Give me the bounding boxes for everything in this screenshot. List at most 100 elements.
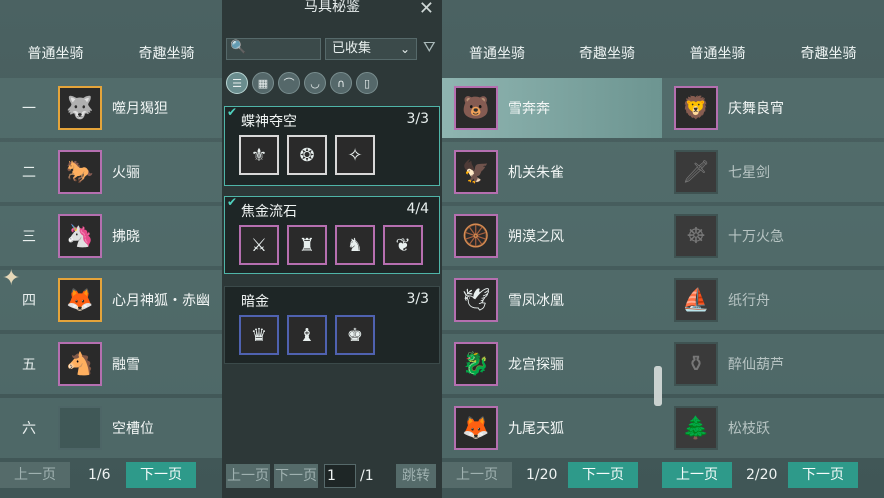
mount-row[interactable]: 🗡 七星剑 [662,142,884,202]
tab-normal-mounts[interactable]: 普通坐骑 [662,42,773,66]
pager: 上一页 1/6 下一页 [0,462,222,488]
saddle-set-card[interactable]: 暗金 3/3 ♛ ♝ ♚ [224,286,440,364]
next-page-button[interactable]: 下一页 [568,462,638,488]
paper-boat-icon: ⛵ [674,278,718,322]
mount-row[interactable]: 四 🦊 心月神狐・赤幽 [0,270,222,330]
tab-fun-mounts[interactable]: 奇趣坐骑 [552,42,662,66]
mount-row[interactable]: 🦅 机关朱雀 [442,142,662,202]
mount-row[interactable]: 三 🦄 拂晓 [0,206,222,266]
snow-beast-icon: 🐻 [454,86,498,130]
armor-icon[interactable]: ▯ [356,72,378,94]
mount-row[interactable]: 🐻 雪奔奔 [442,78,662,138]
mount-row[interactable]: ☸ 十万火急 [662,206,884,266]
pager: 上一页 2/20 下一页 [662,462,884,488]
mount-list-panel-normal: 普通坐骑 奇趣坐骑 一 🐺 噬月猲狚 二 🐎 火骊 三 🦄 拂晓 四 🦊 心月神… [0,0,222,498]
saddle-item-icon[interactable]: ♛ [239,315,279,355]
tab-normal-mounts[interactable]: 普通坐骑 [0,42,111,66]
mount-tabs: 普通坐骑 奇趣坐骑 [662,42,884,66]
mount-row[interactable]: 六 空槽位 [0,398,222,458]
set-title: 蝶神夺空 [241,114,297,130]
prev-page-button[interactable]: 上一页 [662,462,732,488]
saddle-item-icon[interactable]: ♝ [287,315,327,355]
mount-row[interactable]: 🌲 松枝跃 [662,398,884,458]
mount-name: 雪凤冰凰 [508,293,564,309]
mount-row[interactable]: ⚱ 醉仙葫芦 [662,334,884,394]
mount-name: 雪奔奔 [508,101,550,117]
prev-page-button[interactable]: 上一页 [226,464,270,488]
tab-fun-mounts[interactable]: 奇趣坐骑 [111,42,222,66]
grid-icon[interactable]: ▦ [252,72,274,94]
set-items: ♛ ♝ ♚ [239,315,375,355]
mount-name: 松枝跃 [728,421,770,437]
collect-filter-select[interactable]: 已收集 ⌄ [325,38,417,60]
search-icon: 🔍 [230,40,247,55]
saddle-set-card[interactable]: ✔ 蝶神夺空 3/3 ⚜ ❂ ✧ [224,105,440,186]
mount-row[interactable]: 🕊 雪凤冰凰 [442,270,662,330]
mount-row[interactable]: ⛵ 纸行舟 [662,270,884,330]
saddle-item-icon[interactable]: ❦ [383,225,423,265]
mount-name: 空槽位 [112,421,154,437]
saddle-codex-panel: 马具秘鉴 ✕ 🔍 已收集 ⌄ ⛛ ☰ ▦ ⌒ ◡ ∩ ▯ ✔ 蝶神夺空 3/3 … [222,0,442,498]
mount-name: 九尾天狐 [508,421,564,437]
sword-icon: 🗡 [674,150,718,194]
filter-icon[interactable]: ⛛ [423,38,436,56]
page-number-input[interactable]: 1 [324,464,356,488]
mount-row[interactable]: 二 🐎 火骊 [0,142,222,202]
saddle-item-icon[interactable]: ✧ [335,135,375,175]
mount-name: 龙宫探骊 [508,357,564,373]
mount-tabs: 普通坐骑 奇趣坐骑 [0,42,222,66]
mount-row[interactable]: 🦁 庆舞良宵 [662,78,884,138]
shield-icon[interactable]: ◡ [304,72,326,94]
dark-horse-icon: 🐎 [58,150,102,194]
white-wolf-icon: 🐺 [58,86,102,130]
page-indicator: 1/20 [526,467,558,483]
ice-phoenix-icon: 🕊 [454,278,498,322]
mount-name: 火骊 [112,165,140,181]
nine-tail-fox-icon: 🦊 [454,406,498,450]
dragon-icon: 🐉 [454,342,498,386]
saddle-item-icon[interactable]: ❂ [287,135,327,175]
saddle-item-icon[interactable]: ♜ [287,225,327,265]
next-page-button[interactable]: 下一页 [274,464,318,488]
chevron-down-icon: ⌄ [399,42,410,56]
saddle-item-icon[interactable]: ⚜ [239,135,279,175]
check-icon: ✔ [227,105,238,119]
row-number: 三 [22,229,36,245]
mount-row[interactable]: 🐉 龙宫探骊 [442,334,662,394]
panel-title: 马具秘鉴 [304,0,360,15]
set-count: 3/3 [406,111,429,127]
prev-page-button[interactable]: 上一页 [442,462,512,488]
saddle-item-icon[interactable]: ♞ [335,225,375,265]
prev-page-button[interactable]: 上一页 [0,462,70,488]
dropdown-value: 已收集 [332,41,372,56]
mount-row[interactable]: 一 🐺 噬月猲狚 [0,78,222,138]
next-page-button[interactable]: 下一页 [788,462,858,488]
page-indicator: 2/20 [746,467,778,483]
tab-normal-mounts[interactable]: 普通坐骑 [442,42,552,66]
next-page-button[interactable]: 下一页 [126,462,196,488]
mount-name: 心月神狐・赤幽 [112,293,210,309]
drag-handle-icon[interactable]: ✦ [2,266,20,291]
saddle-set-card[interactable]: ✔ 焦金流石 4/4 ⚔ ♜ ♞ ❦ [224,195,440,274]
category-filters: ☰ ▦ ⌒ ◡ ∩ ▯ [226,72,378,94]
row-number: 四 [22,293,36,309]
list-icon[interactable]: ☰ [226,72,248,94]
row-number: 一 [22,101,36,117]
tab-fun-mounts[interactable]: 奇趣坐骑 [773,42,884,66]
search-input[interactable]: 🔍 [226,38,321,60]
mount-row[interactable]: 五 🐴 融雪 [0,334,222,394]
mount-row[interactable]: 🦊 九尾天狐 [442,398,662,458]
mount-name: 十万火急 [728,229,784,245]
saddle-icon[interactable]: ⌒ [278,72,300,94]
lion-dance-icon: 🦁 [674,86,718,130]
set-count: 3/3 [406,291,429,307]
close-icon[interactable]: ✕ [419,0,434,19]
row-number: 六 [22,421,36,437]
saddle-item-icon[interactable]: ⚔ [239,225,279,265]
horseshoe-icon[interactable]: ∩ [330,72,352,94]
row-number: 二 [22,165,36,181]
pager: 上一页 1/20 下一页 [442,462,662,488]
jump-button[interactable]: 跳转 [396,464,436,488]
mount-row[interactable]: 🛞 朔漠之风 [442,206,662,266]
saddle-item-icon[interactable]: ♚ [335,315,375,355]
